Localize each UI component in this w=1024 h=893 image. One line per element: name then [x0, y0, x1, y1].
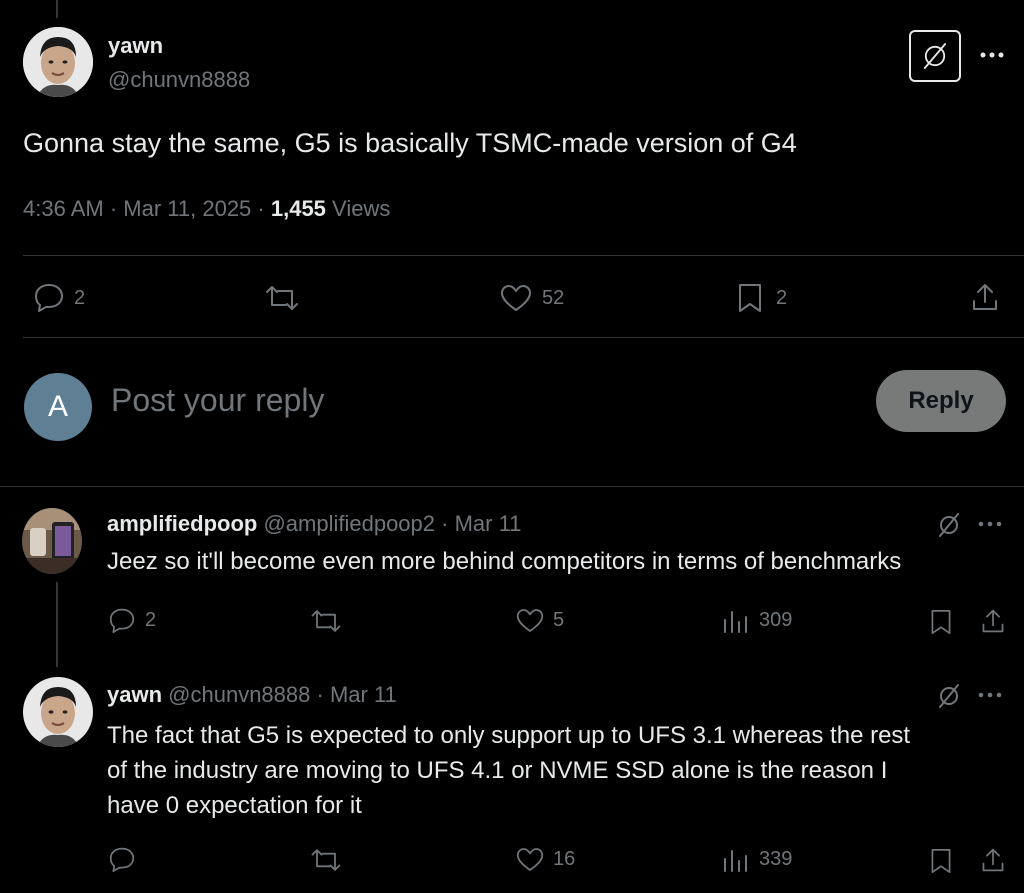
- like-icon[interactable]: [516, 608, 544, 633]
- separator: ·: [435, 511, 455, 536]
- post-date[interactable]: Mar 11, 2025: [123, 196, 251, 221]
- grok-icon[interactable]: [934, 682, 964, 710]
- more-options-icon[interactable]: [978, 45, 1006, 65]
- thread-line: [56, 0, 58, 18]
- reply-count: 2: [145, 609, 157, 631]
- author-handle[interactable]: @amplifiedpoop2: [263, 511, 435, 536]
- reply-date[interactable]: Mar 11: [330, 682, 397, 707]
- divider: [23, 255, 1024, 256]
- separator: ·: [251, 196, 271, 221]
- views-icon[interactable]: [721, 608, 749, 634]
- bookmark-icon[interactable]: [736, 282, 764, 314]
- grok-icon[interactable]: [934, 511, 964, 539]
- reply-header: amplifiedpoop @amplifiedpoop2 · Mar 11: [107, 511, 521, 537]
- reply-text-line: of the industry are moving to UFS 4.1 or…: [107, 757, 888, 784]
- bookmark-icon[interactable]: [929, 847, 953, 875]
- reply-icon[interactable]: [108, 607, 136, 633]
- composer-avatar: A: [24, 373, 92, 441]
- share-icon[interactable]: [980, 607, 1006, 635]
- separator: ·: [310, 682, 330, 707]
- like-count: 52: [542, 287, 565, 309]
- author-avatar[interactable]: [23, 27, 93, 97]
- author-avatar[interactable]: [23, 677, 93, 747]
- views-icon[interactable]: [721, 847, 749, 873]
- bookmark-icon[interactable]: [929, 608, 953, 636]
- repost-icon[interactable]: [308, 608, 344, 634]
- reply-post[interactable]: amplifiedpoop @amplifiedpoop2 · Mar 11 J…: [0, 487, 1024, 667]
- author-display-name[interactable]: yawn: [108, 33, 163, 59]
- main-post: yawn @chunvn8888 Gonna stay the same, G5…: [0, 0, 1024, 340]
- reply-text: Jeez so it'll become even more behind co…: [107, 548, 902, 575]
- post-time[interactable]: 4:36 AM: [23, 196, 104, 221]
- divider: [23, 337, 1024, 338]
- reply-date[interactable]: Mar 11: [455, 511, 522, 536]
- post-text: Gonna stay the same, G5 is basically TSM…: [23, 128, 797, 158]
- reply-count: 2: [74, 287, 86, 309]
- repost-icon[interactable]: [262, 284, 302, 312]
- reply-input[interactable]: Post your reply: [111, 382, 324, 419]
- reply-icon[interactable]: [33, 282, 65, 312]
- author-display-name[interactable]: yawn: [107, 682, 162, 707]
- views-count: 309: [759, 609, 793, 631]
- reply-composer: A Post your reply Reply: [0, 340, 1024, 486]
- reply-post[interactable]: yawn @chunvn8888 · Mar 11 The fact that …: [0, 665, 1024, 893]
- reply-header: yawn @chunvn8888 · Mar 11: [107, 682, 397, 708]
- reply-text: The fact that G5 is expected to only sup…: [107, 718, 910, 823]
- like-count: 16: [553, 848, 576, 870]
- more-options-icon[interactable]: [977, 517, 1003, 531]
- author-avatar[interactable]: [22, 508, 82, 574]
- like-count: 5: [553, 609, 565, 631]
- author-handle[interactable]: @chunvn8888: [108, 67, 250, 93]
- repost-icon[interactable]: [308, 847, 344, 873]
- share-icon[interactable]: [980, 846, 1006, 874]
- views-label: Views: [332, 196, 391, 221]
- reply-text-line: The fact that G5 is expected to only sup…: [107, 722, 911, 749]
- separator: ·: [103, 196, 124, 221]
- more-options-icon[interactable]: [977, 688, 1003, 702]
- like-icon[interactable]: [500, 284, 532, 312]
- like-icon[interactable]: [516, 847, 544, 872]
- post-metadata: 4:36 AM · Mar 11, 2025 · 1,455 Views: [23, 196, 390, 222]
- reply-text-line: have 0 expectation for it: [107, 792, 362, 819]
- author-handle[interactable]: @chunvn8888: [168, 682, 310, 707]
- bookmark-count: 2: [776, 287, 788, 309]
- thread-connector: [56, 582, 58, 667]
- composer-avatar-letter: A: [47, 390, 68, 423]
- views-count: 1,455: [270, 196, 326, 221]
- grok-icon[interactable]: [909, 30, 961, 82]
- reply-icon[interactable]: [108, 846, 136, 872]
- reply-button[interactable]: Reply: [876, 370, 1006, 432]
- views-count: 339: [759, 848, 793, 870]
- share-icon[interactable]: [970, 281, 1000, 313]
- author-display-name[interactable]: amplifiedpoop: [107, 511, 257, 536]
